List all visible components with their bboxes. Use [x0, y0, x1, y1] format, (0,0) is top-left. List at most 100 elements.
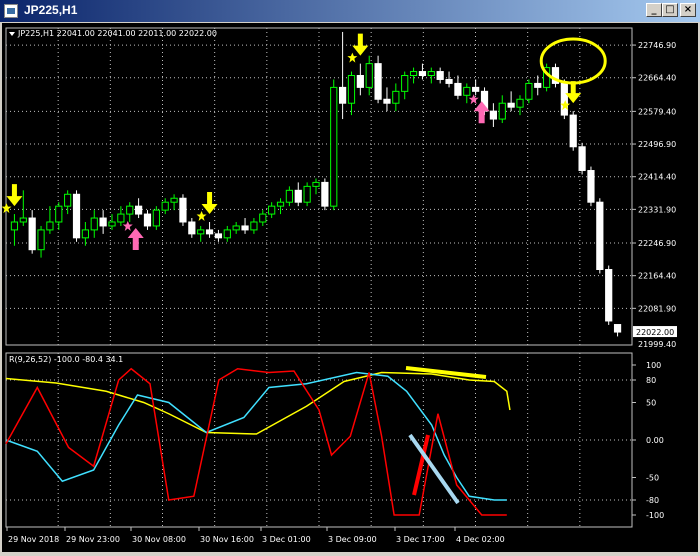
candle-body [232, 225, 240, 231]
sell-arrow-icon [6, 184, 23, 207]
candle-body [197, 229, 205, 235]
candle-body [170, 197, 178, 203]
osc-axis-label: -80 [646, 496, 659, 505]
price-axis-label: 22664.40 [638, 74, 676, 83]
candle-body [205, 229, 214, 235]
candle-body [46, 221, 54, 231]
candle-body [401, 75, 409, 92]
time-axis-label: 30 Nov 08:00 [132, 535, 186, 544]
candle-body [126, 205, 134, 215]
candle-body [560, 82, 568, 116]
candle-body [534, 82, 542, 88]
candle-body [214, 233, 223, 239]
candle-body [117, 213, 125, 223]
candle-body [64, 193, 72, 207]
candle-body [436, 71, 444, 80]
price-chart[interactable]: 22746.90 22664.40 22579.40 22496.90 22414.40… [1, 23, 698, 552]
candle-body [72, 193, 81, 239]
price-axis-label: 22496.90 [638, 140, 676, 149]
close-button[interactable]: × [680, 3, 696, 17]
maximize-button[interactable]: □ [662, 3, 678, 17]
candle-body [454, 82, 462, 96]
candle-body [259, 213, 267, 223]
window-title: JP225,H1 [24, 3, 78, 17]
osc-axis-label: 80 [646, 376, 656, 385]
chart-symbol-info: JP225,H1 22041.00 22041.00 22011.00 2202… [17, 29, 217, 38]
time-axis-label: 4 Dec 02:00 [456, 535, 505, 544]
candle-body [498, 102, 506, 120]
chart-window-icon [4, 4, 18, 18]
current-price-label: 22022.00 [636, 328, 674, 337]
candle-body [489, 110, 497, 120]
candle-body [108, 221, 116, 227]
candle-body [223, 229, 231, 239]
candle-body [250, 221, 258, 231]
candle-body [37, 229, 45, 251]
candle-body [339, 86, 347, 104]
candle-body [143, 213, 152, 227]
signal-star-icon [347, 52, 358, 63]
candle-body [90, 217, 98, 231]
candle-body [268, 205, 276, 215]
candle-body [330, 86, 338, 207]
chart-area[interactable]: 22746.90 22664.40 22579.40 22496.90 22414.40… [1, 23, 698, 552]
candle-body [312, 181, 320, 187]
highlight-ellipse [539, 37, 607, 85]
candle-body [605, 269, 613, 322]
minimize-button[interactable]: _ [646, 3, 662, 17]
candle-body [99, 217, 107, 227]
time-axis-label: 29 Nov 2018 [8, 535, 59, 544]
candle-body [525, 82, 533, 100]
candle-body [427, 71, 435, 77]
chart-dropdown-icon [9, 32, 15, 36]
candle-body [294, 189, 302, 203]
candle-body [303, 185, 311, 203]
osc-axis-label: 50 [646, 399, 656, 408]
price-axis-label: 22331.90 [638, 205, 676, 214]
price-low-label: 21999.40 [638, 340, 676, 349]
signal-star-icon [468, 94, 479, 105]
time-axis-label: 30 Nov 16:00 [200, 535, 254, 544]
osc-axis-label: -50 [646, 474, 659, 483]
candle-body [135, 205, 143, 215]
candle-body [10, 221, 19, 231]
price-axis-label: 22414.40 [638, 173, 676, 182]
price-axis-label: 22246.90 [638, 239, 676, 248]
signal-star-icon [196, 210, 207, 221]
candle-body [472, 86, 480, 92]
title-bar: JP225,H1 _ □ × [0, 0, 700, 22]
price-axis-label: 22081.90 [638, 304, 676, 313]
candle-body [321, 181, 329, 207]
candle-body [463, 86, 471, 96]
osc-fast-line [5, 367, 507, 516]
candle-body [374, 63, 382, 100]
oscillator-info: R(9,26,52) -100.0 -80.4 34.1 [9, 355, 123, 364]
price-axis-label: 22164.40 [638, 272, 676, 281]
time-axis-label: 29 Nov 23:00 [66, 535, 120, 544]
osc-slow-line [5, 371, 511, 435]
candle-body [241, 225, 249, 231]
candle-body [409, 71, 418, 77]
buy-arrow-icon [127, 227, 144, 250]
candle-body [418, 71, 427, 77]
candle-body [81, 229, 89, 239]
osc-axis-label: 100 [646, 361, 661, 370]
candle-body [356, 75, 364, 88]
candle-body [445, 78, 453, 84]
candle-body [347, 75, 356, 104]
time-axis-label: 3 Dec 01:00 [262, 535, 311, 544]
candle-body [507, 102, 515, 108]
candle-body [569, 114, 577, 148]
candle-body [578, 146, 586, 172]
candle-body [179, 197, 187, 223]
candle-body [383, 98, 391, 104]
candle-body [28, 217, 36, 251]
candle-body [19, 217, 27, 223]
candle-body [587, 170, 595, 203]
price-axis-label: 22746.90 [638, 41, 676, 50]
annotation-stroke [408, 433, 460, 505]
candle-body [285, 189, 293, 203]
candle-body [188, 221, 196, 235]
candle-body [365, 63, 373, 88]
osc-axis-label: 0.00 [646, 436, 664, 445]
